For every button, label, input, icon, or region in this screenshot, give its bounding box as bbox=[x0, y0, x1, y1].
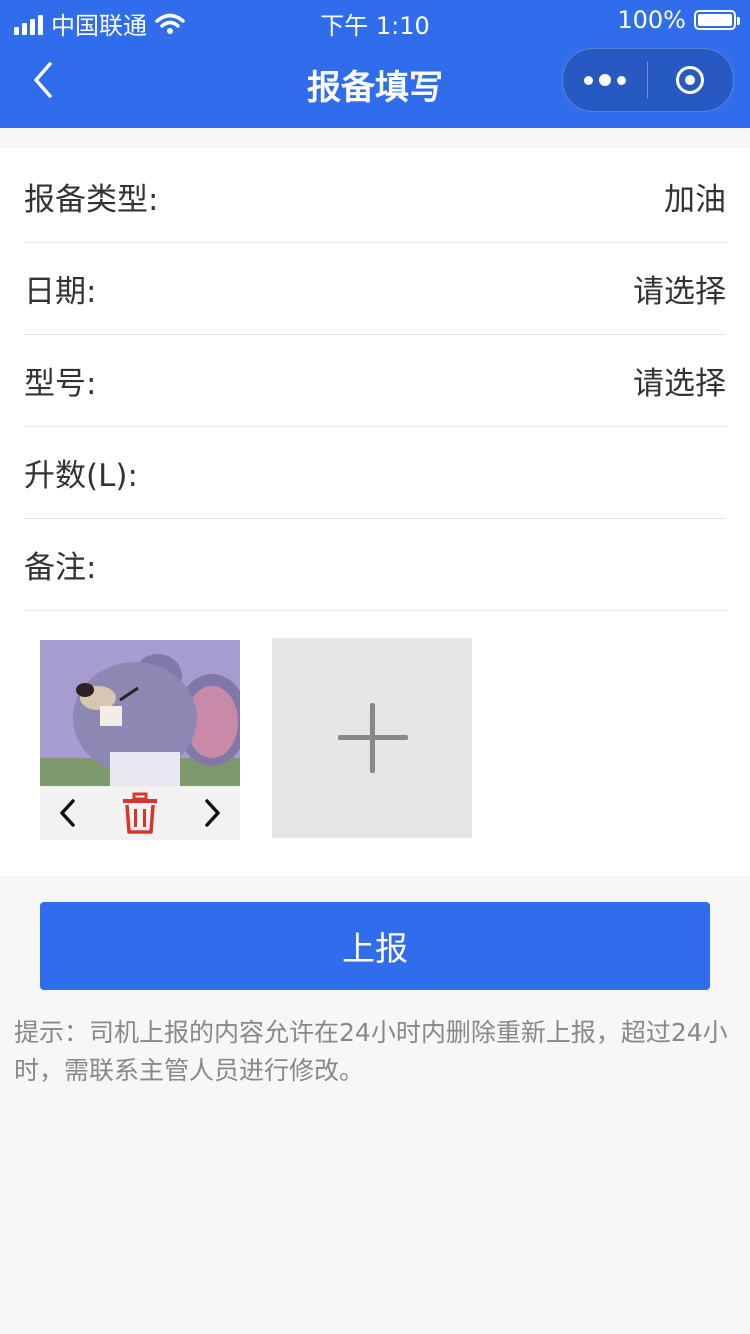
nav-bar: 报备填写 bbox=[0, 40, 750, 128]
dot-icon bbox=[599, 74, 611, 86]
dot-icon bbox=[617, 75, 626, 85]
submit-button[interactable]: 上报 bbox=[40, 902, 710, 990]
model-row[interactable]: 型号: 请选择 bbox=[24, 334, 726, 427]
add-photo-button[interactable] bbox=[272, 638, 472, 838]
trash-icon bbox=[123, 792, 157, 834]
battery-percent: 100% bbox=[617, 6, 686, 34]
battery-icon bbox=[694, 10, 740, 30]
prev-photo-button[interactable] bbox=[48, 786, 88, 840]
photo-controls bbox=[40, 786, 240, 840]
more-button[interactable] bbox=[563, 49, 647, 111]
remark-row: 备注: bbox=[24, 518, 726, 611]
model-picker[interactable]: 请选择 bbox=[633, 358, 726, 403]
uploaded-photo[interactable] bbox=[40, 640, 240, 786]
header: 中国联通 下午 1:10 100% 报备填写 bbox=[0, 0, 750, 128]
chevron-left-icon bbox=[60, 799, 75, 827]
remark-label: 备注: bbox=[24, 549, 97, 586]
model-label: 型号: bbox=[24, 365, 97, 402]
form-card: 报备类型: 加油 日期: 请选择 型号: 请选择 升数(L): 备注: bbox=[0, 148, 750, 876]
report-type-row[interactable]: 报备类型: 加油 bbox=[24, 150, 726, 243]
close-miniprogram-button[interactable] bbox=[648, 49, 732, 111]
plus-icon-vertical bbox=[370, 703, 375, 773]
tip-text: 提示：司机上报的内容允许在24小时内删除重新上报，超过24小时，需联系主管人员进… bbox=[14, 1018, 728, 1085]
date-label: 日期: bbox=[24, 273, 97, 310]
liters-input[interactable] bbox=[138, 452, 726, 492]
date-picker[interactable]: 请选择 bbox=[633, 266, 726, 311]
dot-icon bbox=[584, 75, 593, 85]
target-icon bbox=[676, 66, 704, 94]
capsule-menu bbox=[562, 48, 734, 112]
photo-thumbnail bbox=[40, 640, 240, 840]
status-right: 100% bbox=[617, 6, 740, 34]
remark-input[interactable] bbox=[96, 544, 726, 584]
liters-row: 升数(L): bbox=[24, 426, 726, 519]
status-bar: 中国联通 下午 1:10 100% bbox=[0, 0, 750, 40]
chevron-right-icon bbox=[205, 799, 220, 827]
report-type-value: 加油 bbox=[664, 181, 726, 218]
report-type-label: 报备类型: bbox=[24, 181, 159, 218]
mouse-cartoon-image bbox=[40, 640, 240, 786]
next-photo-button[interactable] bbox=[192, 786, 232, 840]
date-row[interactable]: 日期: 请选择 bbox=[24, 242, 726, 335]
delete-photo-button[interactable] bbox=[116, 786, 164, 840]
liters-label: 升数(L): bbox=[24, 457, 138, 494]
